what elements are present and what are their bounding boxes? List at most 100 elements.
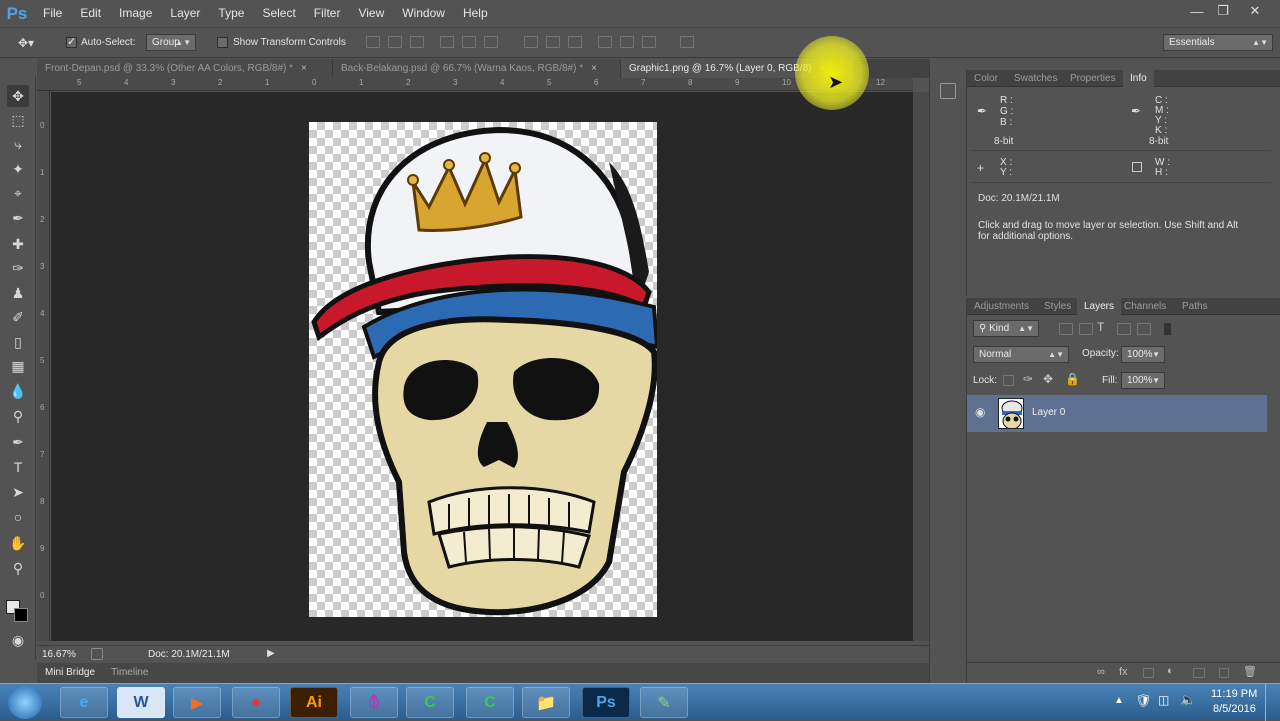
word-icon[interactable]: W	[117, 687, 165, 718]
tab-front-depan[interactable]: Front-Depan.psd @ 33.3% (Other AA Colors…	[37, 59, 333, 78]
filter-shape-icon[interactable]	[1117, 323, 1131, 335]
distribute-hcenter-icon[interactable]	[620, 36, 634, 48]
status-info-icon[interactable]	[91, 648, 103, 660]
align-top-icon[interactable]	[366, 36, 380, 48]
ie-icon[interactable]: e	[60, 687, 108, 718]
tab-layers[interactable]: Layers	[1077, 298, 1122, 315]
auto-select-mode-dropdown[interactable]: Group ▲▼	[146, 34, 196, 51]
lock-all-icon[interactable]: 🔒	[1065, 372, 1080, 386]
distribute-left-icon[interactable]	[598, 36, 612, 48]
gradient-tool-icon[interactable]: ▦	[7, 355, 29, 377]
new-layer-icon[interactable]	[1219, 668, 1229, 678]
type-tool-icon[interactable]: T	[7, 456, 29, 478]
tab-paths[interactable]: Paths	[1175, 298, 1215, 315]
filter-toggle-icon[interactable]	[1164, 323, 1171, 335]
move-tool-icon[interactable]: ✥	[7, 85, 29, 107]
chrome-icon[interactable]: ●	[232, 687, 280, 718]
distribute-bottom-icon[interactable]	[568, 36, 582, 48]
close-tab-icon[interactable]: ×	[301, 63, 307, 74]
quick-select-tool-icon[interactable]: ✦	[7, 158, 29, 180]
show-transform-checkbox[interactable]	[217, 37, 228, 48]
dodge-tool-icon[interactable]: ⚲	[7, 405, 29, 427]
green-app-icon[interactable]: ✎	[640, 687, 688, 718]
layer-row[interactable]: ◉ Layer 0	[967, 395, 1267, 432]
opacity-field[interactable]: 100% ▼	[1121, 346, 1165, 363]
file-explorer-icon[interactable]: 📁	[522, 687, 570, 718]
add-mask-icon[interactable]	[1143, 668, 1154, 678]
restore-icon[interactable]: ❐	[1208, 0, 1238, 22]
tab-timeline[interactable]: Timeline	[111, 667, 148, 678]
menu-type[interactable]: Type	[209, 0, 253, 27]
lasso-tool-icon[interactable]: ⤷	[7, 133, 29, 155]
close-tab-icon[interactable]: ×	[591, 63, 597, 74]
document-canvas[interactable]	[309, 122, 660, 617]
show-hidden-icons-icon[interactable]: ▲	[1114, 695, 1124, 706]
menu-filter[interactable]: Filter	[305, 0, 350, 27]
blend-mode-dropdown[interactable]: Normal ▲▼	[973, 346, 1069, 363]
delete-layer-icon[interactable]: 🗑	[1243, 665, 1257, 678]
brush-tool-icon[interactable]: ✑	[7, 257, 29, 279]
close-icon[interactable]: ✕	[1240, 0, 1270, 22]
marquee-tool-icon[interactable]: ⬚	[7, 109, 29, 131]
link-layers-icon[interactable]: ∞	[1097, 666, 1105, 678]
start-button[interactable]	[8, 686, 42, 719]
menu-edit[interactable]: Edit	[71, 0, 110, 27]
healing-brush-tool-icon[interactable]: ✚	[7, 233, 29, 255]
crop-tool-icon[interactable]: ⌖	[7, 182, 29, 204]
history-panel-icon[interactable]	[940, 83, 956, 99]
layer-filter-dropdown[interactable]: ⚲ Kind ▲▼	[973, 320, 1039, 337]
media-player-icon[interactable]: ▶	[173, 687, 221, 718]
menu-view[interactable]: View	[349, 0, 393, 27]
align-vcenter-icon[interactable]	[388, 36, 402, 48]
clone-stamp-tool-icon[interactable]: ♟	[7, 282, 29, 304]
photoshop-icon[interactable]: Ps	[582, 687, 630, 718]
lock-transparent-icon[interactable]	[1003, 375, 1014, 386]
tab-back-belakang[interactable]: Back-Belakang.psd @ 66.7% (Warna Kaos, R…	[333, 59, 621, 78]
menu-layer[interactable]: Layer	[161, 0, 209, 27]
illustrator-icon[interactable]: Ai	[290, 687, 338, 718]
eraser-tool-icon[interactable]: ▯	[7, 331, 29, 353]
tab-styles[interactable]: Styles	[1037, 298, 1078, 315]
show-desktop-button[interactable]	[1265, 684, 1280, 721]
status-menu-arrow-icon[interactable]: ▶	[267, 648, 275, 659]
eyedropper-tool-icon[interactable]: ✒	[7, 207, 29, 229]
move-tool-preset-icon[interactable]: ✥▾	[18, 36, 34, 50]
shape-tool-icon[interactable]: ○	[7, 506, 29, 528]
security-shield-icon[interactable]: 🛡	[1135, 693, 1152, 709]
lock-image-icon[interactable]: ✑	[1023, 372, 1033, 386]
layer-style-icon[interactable]: fx	[1119, 666, 1128, 678]
tab-color[interactable]: Color	[967, 70, 1005, 87]
clock-date[interactable]: 8/5/2016	[1213, 703, 1256, 715]
zoom-level[interactable]: 16.67%	[42, 649, 76, 660]
volume-icon[interactable]: 🔈	[1180, 692, 1196, 708]
network-icon[interactable]: ◫	[1158, 693, 1169, 707]
align-right-icon[interactable]	[484, 36, 498, 48]
background-color-swatch[interactable]	[14, 608, 28, 622]
quick-mask-icon[interactable]: ◉	[7, 629, 29, 651]
tab-adjustments[interactable]: Adjustments	[967, 298, 1036, 315]
distribute-top-icon[interactable]	[524, 36, 538, 48]
filter-smart-object-icon[interactable]	[1137, 323, 1151, 335]
lock-position-icon[interactable]: ✥	[1043, 372, 1053, 386]
history-brush-tool-icon[interactable]: ✐	[7, 306, 29, 328]
clock-time[interactable]: 11:19 PM	[1211, 688, 1257, 700]
distribute-right-icon[interactable]	[642, 36, 656, 48]
zoom-tool-icon[interactable]: ⚲	[7, 557, 29, 579]
filter-type-icon[interactable]: T	[1097, 320, 1104, 334]
new-group-icon[interactable]	[1193, 668, 1205, 678]
pen-tool-icon[interactable]: ✒	[7, 431, 29, 453]
distribute-vcenter-icon[interactable]	[546, 36, 560, 48]
menu-image[interactable]: Image	[110, 0, 161, 27]
blur-tool-icon[interactable]: 💧	[7, 380, 29, 402]
spiral-app-icon[interactable]: ⦽	[350, 687, 398, 718]
menu-help[interactable]: Help	[454, 0, 497, 27]
tab-mini-bridge[interactable]: Mini Bridge	[45, 667, 95, 678]
tab-channels[interactable]: Channels	[1117, 298, 1173, 315]
tab-properties[interactable]: Properties	[1063, 70, 1123, 87]
adjustment-layer-icon[interactable]: ◐	[1167, 665, 1174, 677]
path-select-tool-icon[interactable]: ➤	[7, 481, 29, 503]
auto-align-icon[interactable]	[680, 36, 694, 48]
align-hcenter-icon[interactable]	[462, 36, 476, 48]
menu-select[interactable]: Select	[253, 0, 304, 27]
align-bottom-icon[interactable]	[410, 36, 424, 48]
